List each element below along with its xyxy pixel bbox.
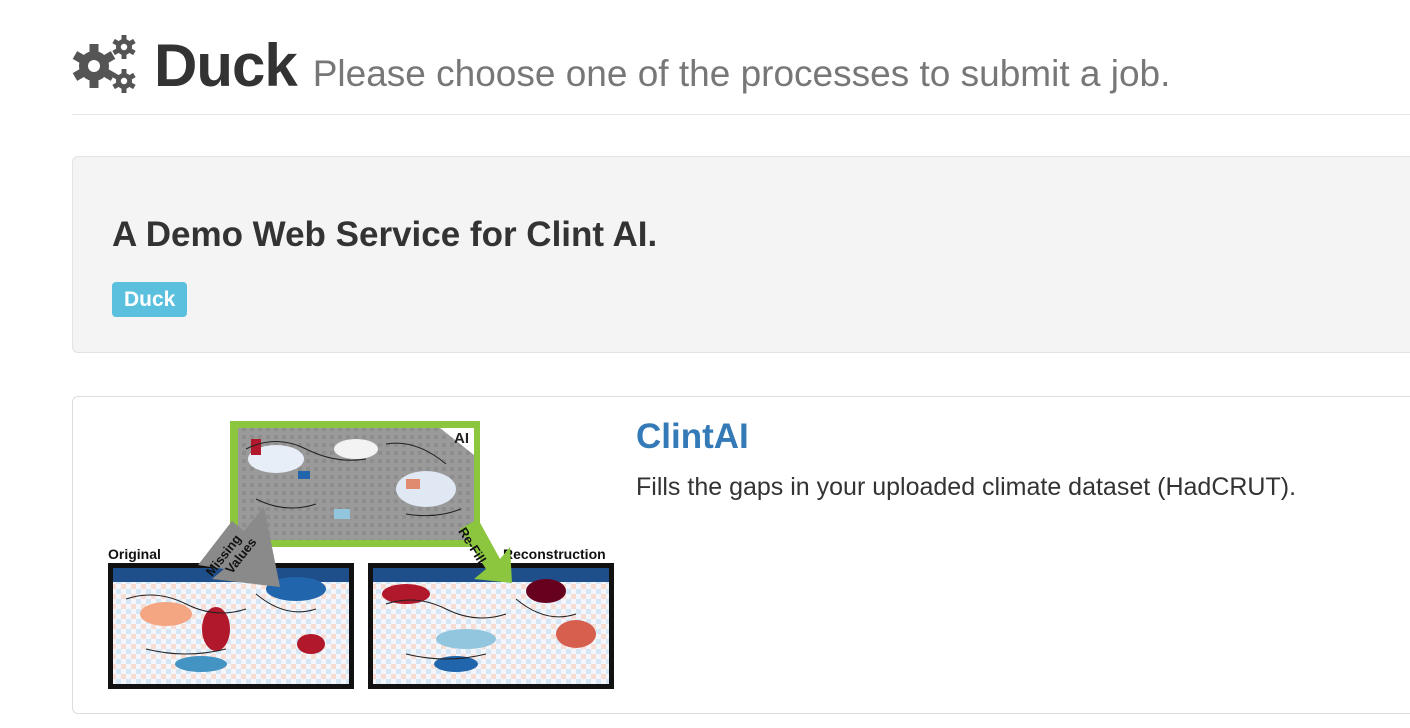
app-title: Duck <box>154 32 298 99</box>
original-label: Original <box>108 546 161 562</box>
process-title-link[interactable]: ClintAI <box>636 417 749 457</box>
service-info-panel: A Demo Web Service for Clint AI. Duck <box>72 156 1410 353</box>
service-title: A Demo Web Service for Clint AI. <box>112 215 658 254</box>
page-subtitle: Please choose one of the processes to su… <box>312 53 1171 94</box>
process-description: Fills the gaps in your uploaded climate … <box>636 473 1297 501</box>
reconstruction-label: Reconstruction <box>503 546 606 562</box>
process-thumbnail[interactable]: AI Original Reconstruction Missing Value… <box>106 419 616 693</box>
service-tag-badge[interactable]: Duck <box>112 282 188 317</box>
page-header: Duck Please choose one of the processes … <box>72 30 1410 115</box>
header-row: Duck Please choose one of the processes … <box>72 30 1410 110</box>
ai-label: AI <box>454 430 469 447</box>
page: Duck Please choose one of the processes … <box>0 0 1410 728</box>
gears-icon <box>72 35 136 93</box>
process-card[interactable]: AI Original Reconstruction Missing Value… <box>72 396 1410 714</box>
